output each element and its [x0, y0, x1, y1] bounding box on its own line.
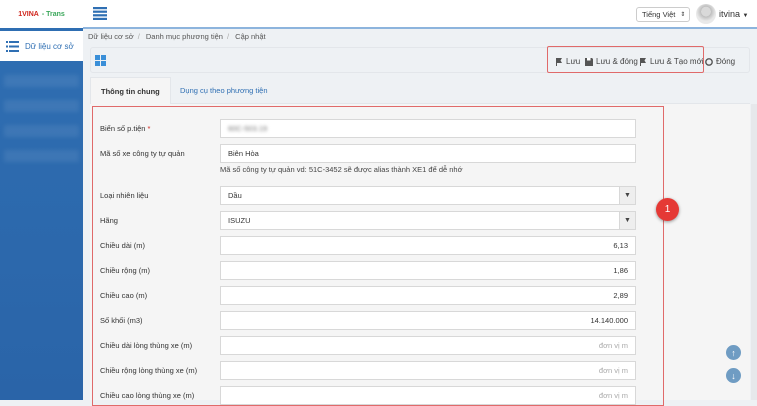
language-value: Tiếng Việt [642, 10, 676, 19]
save-flag-icon [556, 57, 562, 66]
sidebar-item-hidden[interactable] [4, 100, 79, 112]
updown-icon: ⇕ [680, 12, 686, 18]
sidebar-item-label: Dữ liệu cơ sở [25, 41, 74, 51]
annotation-badge: 1 [656, 198, 679, 221]
list-icon [6, 40, 19, 52]
logo[interactable]: 1VINA - Trans [0, 0, 83, 28]
save-new-icon [640, 57, 646, 66]
breadcrumb-item[interactable]: Danh mục phương tiện [146, 32, 223, 41]
save-close-label: Lưu & đóng [596, 57, 638, 66]
username: itvina [719, 9, 741, 19]
sidebar-item-hidden[interactable] [4, 125, 79, 137]
sidebar-item-hidden[interactable] [4, 150, 79, 162]
tab-general-info[interactable]: Thông tin chung [90, 77, 171, 104]
avatar[interactable] [696, 4, 716, 24]
floppy-icon [585, 57, 593, 66]
scroll-down-icon[interactable]: ↓ [726, 368, 741, 383]
close-button[interactable]: Đóng [705, 57, 735, 66]
logo-brand: 1VINA [18, 10, 39, 18]
breadcrumb: Dữ liệu cơ sở / Danh mục phương tiện / Cập… [88, 32, 266, 41]
logo-suffix: - Trans [41, 10, 65, 18]
close-circle-icon [705, 57, 713, 66]
save-new-label: Lưu & Tạo mới [650, 57, 704, 66]
sidebar-item-base-data[interactable]: Dữ liệu cơ sở [0, 31, 83, 61]
grid-icon[interactable] [95, 55, 106, 66]
sidebar-item-hidden[interactable] [4, 75, 79, 87]
close-label: Đóng [716, 57, 736, 66]
sidebar: 1VINA - Trans Dữ liệu cơ sở [0, 0, 83, 400]
highlight-box [92, 106, 664, 406]
save-close-button[interactable]: Lưu & đóng [585, 57, 638, 66]
save-label: Lưu [566, 57, 581, 66]
breadcrumb-item[interactable]: Dữ liệu cơ sở [88, 32, 134, 41]
save-button[interactable]: Lưu [555, 57, 580, 66]
scroll-up-icon[interactable]: ↑ [726, 345, 741, 360]
language-select[interactable]: Tiếng Việt ⇕ [636, 7, 690, 22]
scrollbar[interactable] [751, 104, 757, 400]
tab-vehicle-tools[interactable]: Dụng cụ theo phương tiện [170, 77, 278, 104]
caret-down-icon: ▼ [742, 13, 749, 19]
hamburger-menu-icon[interactable] [93, 7, 107, 20]
user-menu[interactable]: itvina ▼ [719, 9, 748, 19]
breadcrumb-item: Cập nhật [235, 32, 266, 41]
tab-bar: Thông tin chung Dụng cụ theo phương tiện [90, 77, 750, 104]
save-new-button[interactable]: Lưu & Tạo mới [639, 57, 704, 66]
